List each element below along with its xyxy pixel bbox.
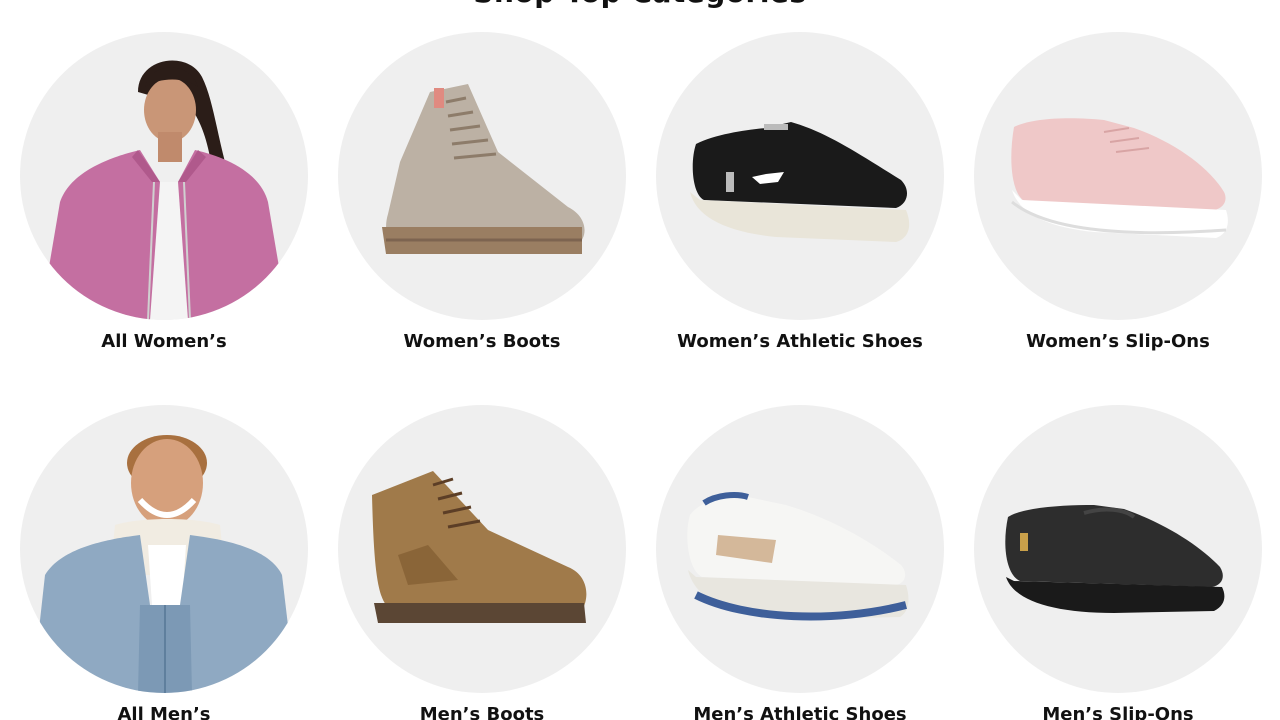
woman-pink-fleece-jacket-photo: [20, 32, 308, 320]
category-mens-boots[interactable]: Men’s Boots: [338, 405, 626, 720]
category-womens-athletic-shoes[interactable]: Women’s Athletic Shoes: [656, 32, 944, 354]
category-womens-boots[interactable]: Women’s Boots: [338, 32, 626, 354]
taupe-suede-lace-up-boot-photo: [338, 32, 626, 320]
category-label: Women’s Boots: [403, 331, 561, 352]
category-label: All Men’s: [117, 704, 211, 720]
brown-suede-high-top-boot-photo: [338, 405, 626, 693]
black-knit-athletic-sneaker-photo: [656, 32, 944, 320]
category-mens-athletic-shoes[interactable]: Men’s Athletic Shoes: [656, 405, 944, 720]
black-knit-slip-on-shoe-photo: [974, 405, 1262, 693]
white-hoka-running-shoe-photo: [656, 405, 944, 693]
category-label: All Women’s: [101, 331, 227, 352]
category-label: Men’s Boots: [419, 704, 545, 720]
category-label: Women’s Slip-Ons: [1026, 331, 1210, 352]
category-label: Women’s Athletic Shoes: [677, 331, 923, 352]
category-all-womens[interactable]: All Women’s: [20, 32, 308, 354]
pink-canvas-slip-on-photo: [974, 32, 1262, 320]
category-all-mens[interactable]: All Men’s: [20, 405, 308, 720]
category-label: Men’s Slip-Ons: [1042, 704, 1194, 720]
category-label: Men’s Athletic Shoes: [693, 704, 907, 720]
category-grid: All Women’s Women’s Boots Women’s Athlet…: [0, 0, 1280, 720]
page: Shop Top Categories: [0, 0, 1280, 720]
man-denim-sherpa-jacket-photo: [20, 405, 308, 693]
category-womens-slip-ons[interactable]: Women’s Slip-Ons: [974, 32, 1262, 354]
category-mens-slip-ons[interactable]: Men’s Slip-Ons: [974, 405, 1262, 720]
